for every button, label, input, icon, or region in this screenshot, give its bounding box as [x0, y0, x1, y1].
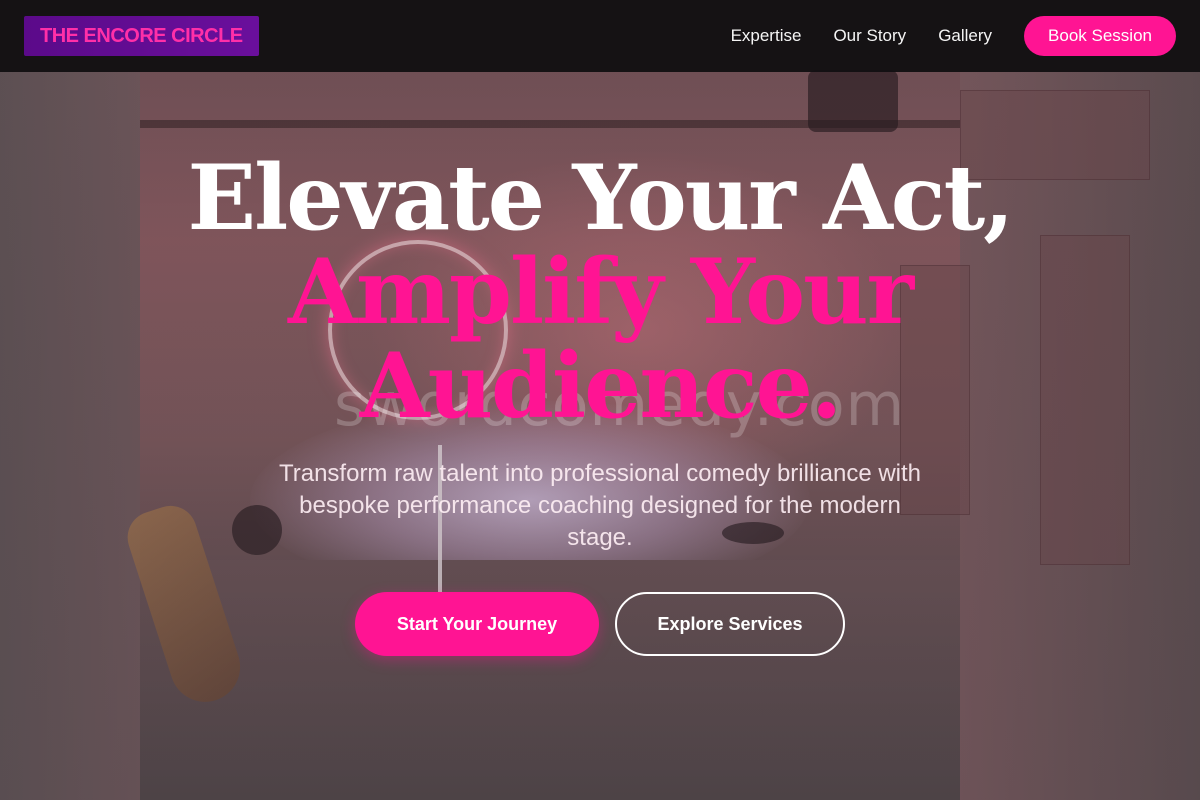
nav-link-expertise[interactable]: Expertise	[731, 26, 802, 46]
book-session-button[interactable]: Book Session	[1024, 16, 1176, 56]
nav-links: Expertise Our Story Gallery Book Session	[699, 16, 1176, 56]
hero-headline-line1: Elevate Your Act,	[187, 145, 1015, 251]
hero-headline-line3: Audience.	[359, 333, 842, 439]
hero-headline-line2: Amplify Your	[287, 239, 914, 345]
navbar: THE ENCORE CIRCLE Expertise Our Story Ga…	[0, 0, 1200, 72]
hero-subtitle: Transform raw talent into professional c…	[278, 460, 922, 551]
explore-services-button[interactable]: Explore Services	[615, 592, 845, 656]
hero-button-group: Start Your Journey Explore Services	[0, 592, 1200, 656]
hero-section: Elevate Your Act, Amplify Your Audience.…	[0, 72, 1200, 800]
brand-logo[interactable]: THE ENCORE CIRCLE	[24, 16, 259, 56]
nav-link-our-story[interactable]: Our Story	[833, 26, 906, 46]
nav-link-gallery[interactable]: Gallery	[938, 26, 992, 46]
start-journey-button[interactable]: Start Your Journey	[355, 592, 599, 656]
